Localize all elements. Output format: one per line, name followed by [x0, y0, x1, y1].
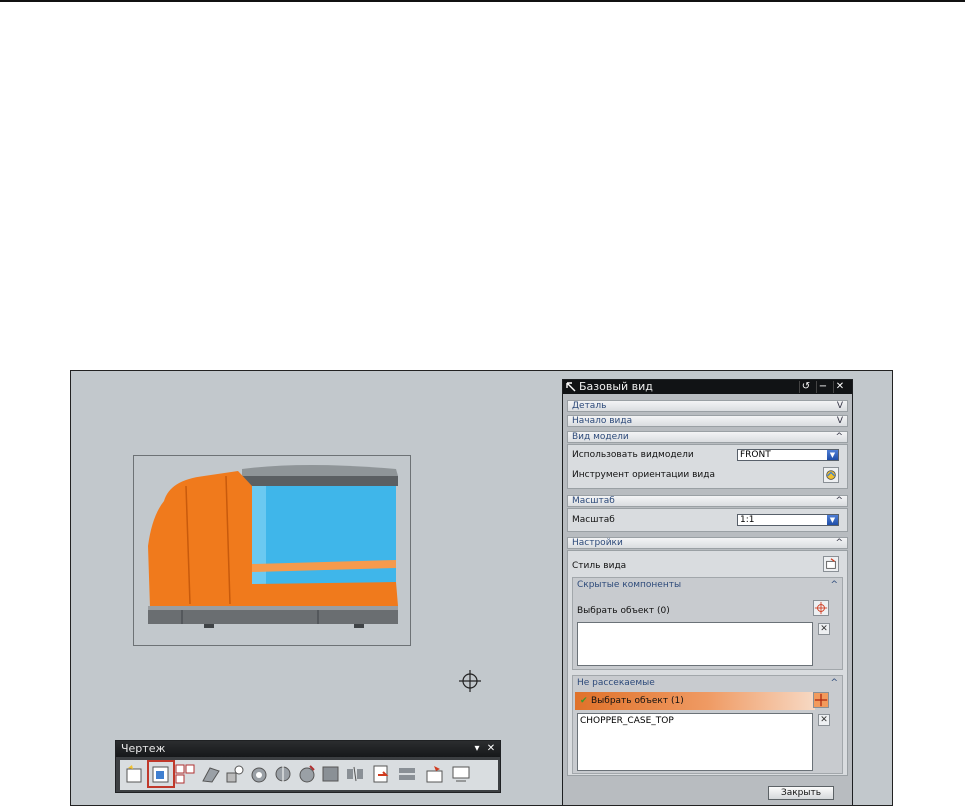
arrow-cursor-icon: [566, 382, 576, 392]
non-section-group: Не рассекаемые ^ ✔ Выбрать объект (1) CH…: [572, 675, 843, 774]
view-style-label: Стиль вида: [572, 561, 627, 571]
view-boundary-icon[interactable]: [396, 763, 418, 785]
toolbar-dropdown-icon[interactable]: ▾: [470, 741, 484, 757]
non-section-title: Не рассекаемые: [577, 678, 655, 688]
bowl: [244, 486, 396, 596]
hidden-select-label: Выбрать объект (0): [577, 606, 670, 616]
toolbar-titlebar[interactable]: Чертеж ▾ ✕: [116, 741, 500, 757]
base-view-dialog[interactable]: Базовый вид ↺ − ✕ Деталь V Начало вида V…: [562, 379, 853, 805]
combo-arrow-icon[interactable]: ▼: [827, 450, 838, 460]
projected-view-icon[interactable]: [174, 763, 196, 785]
dialog-title: Базовый вид: [579, 380, 653, 393]
base-edge: [148, 606, 398, 610]
chevron-up-icon: ^: [835, 432, 843, 442]
section-scale[interactable]: Масштаб ^: [567, 495, 848, 507]
model-view-panel: Использовать видмодели FRONT ▼ Инструмен…: [567, 444, 848, 489]
model-view-value: FRONT: [740, 450, 771, 460]
reset-icon[interactable]: ↺: [799, 381, 812, 393]
chevron-up-icon: ^: [830, 678, 838, 688]
hidden-components-list[interactable]: [577, 622, 813, 666]
chevron-up-icon: ^: [835, 496, 843, 506]
bowl-highlight: [252, 486, 266, 596]
section-view-icon[interactable]: [224, 763, 246, 785]
section-detail-label: Деталь: [572, 401, 607, 411]
settings-panel: Стиль вида Скрытые компоненты ^ Выбрать …: [567, 550, 848, 776]
orient-view-label: Инструмент ориентации вида: [572, 470, 715, 480]
broken-section-icon[interactable]: [296, 763, 318, 785]
remove-icon[interactable]: ✕: [818, 714, 830, 726]
non-section-select-row[interactable]: ✔ Выбрать объект (1): [575, 692, 815, 710]
scale-select[interactable]: 1:1 ▼: [737, 514, 839, 526]
list-item[interactable]: CHOPPER_CASE_TOP: [580, 716, 810, 726]
base-view-icon[interactable]: [147, 760, 175, 788]
drawing-toolbar[interactable]: Чертеж ▾ ✕: [115, 740, 501, 793]
remove-icon[interactable]: ✕: [818, 623, 830, 635]
toolbar-close-icon[interactable]: ✕: [484, 741, 498, 757]
drawing-display-icon[interactable]: [424, 763, 446, 785]
lid-rim: [242, 476, 398, 486]
foot-left: [204, 624, 214, 628]
chevron-up-icon: ^: [830, 580, 838, 590]
section-view-origin-label: Начало вида: [572, 416, 633, 426]
non-section-select-label: Выбрать объект (1): [591, 696, 684, 706]
section-model-view[interactable]: Вид модели ^: [567, 431, 848, 443]
select-object-crosshair-icon[interactable]: [813, 692, 829, 708]
scale-label: Масштаб: [572, 515, 615, 525]
select-object-crosshair-icon[interactable]: [813, 600, 829, 616]
dialog-titlebar[interactable]: Базовый вид ↺ − ✕: [563, 380, 852, 394]
dialog-close-icon[interactable]: ✕: [833, 381, 846, 393]
section-model-view-label: Вид модели: [572, 432, 629, 442]
orient-view-tool-icon[interactable]: [823, 467, 839, 483]
scale-panel: Масштаб 1:1 ▼: [567, 508, 848, 532]
section-settings[interactable]: Настройки ^: [567, 537, 848, 549]
broken-view-icon[interactable]: [344, 763, 366, 785]
minimize-icon[interactable]: −: [816, 381, 829, 393]
new-sheet-icon[interactable]: [124, 763, 146, 785]
model-view-select[interactable]: FRONT ▼: [737, 449, 839, 461]
revolved-section-icon[interactable]: [272, 763, 294, 785]
view-style-icon[interactable]: [823, 556, 839, 572]
hidden-components-header[interactable]: Скрытые компоненты ^: [573, 578, 842, 592]
section-scale-label: Масштаб: [572, 496, 615, 506]
hidden-components-title: Скрытые компоненты: [577, 580, 682, 590]
non-section-list[interactable]: CHOPPER_CASE_TOP: [577, 713, 813, 771]
chevron-down-icon: V: [836, 416, 843, 426]
close-button[interactable]: Закрыть: [768, 786, 834, 800]
foot-right: [354, 624, 364, 628]
hidden-components-group: Скрытые компоненты ^ Выбрать объект (0) …: [572, 577, 843, 670]
section-view-origin[interactable]: Начало вида V: [567, 415, 848, 427]
chopper-model-view: [148, 465, 398, 628]
page-top-rule: [0, 0, 965, 2]
use-model-view-label: Использовать видмодели: [572, 450, 694, 460]
combo-arrow-icon[interactable]: ▼: [827, 515, 838, 525]
toolbar-title: Чертеж: [121, 742, 166, 755]
section-detail[interactable]: Деталь V: [567, 400, 848, 412]
drawing-viewport[interactable]: Чертеж ▾ ✕ Базовый вид ↺ − ✕ Деталь V На…: [70, 370, 893, 806]
non-section-header[interactable]: Не рассекаемые ^: [573, 676, 842, 690]
half-section-icon[interactable]: [248, 763, 270, 785]
toolbar-icon-strip: [120, 760, 498, 790]
base-view-frame[interactable]: [133, 455, 411, 646]
scale-value: 1:1: [740, 515, 755, 525]
break-out-view-icon[interactable]: [320, 763, 342, 785]
detail-view-icon[interactable]: [200, 763, 222, 785]
check-icon: ✔: [580, 696, 588, 706]
chevron-up-icon: ^: [835, 538, 843, 548]
crosshair-icon: [459, 670, 481, 692]
chevron-down-icon: V: [836, 401, 843, 411]
update-views-icon[interactable]: [370, 763, 392, 785]
section-settings-label: Настройки: [572, 538, 623, 548]
display-sheet-icon[interactable]: [450, 763, 472, 785]
